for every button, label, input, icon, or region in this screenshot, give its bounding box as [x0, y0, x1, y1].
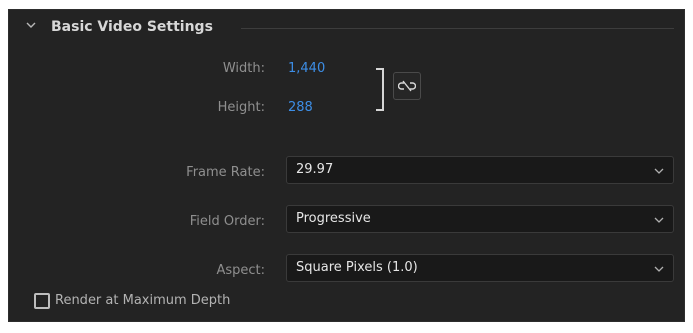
basic-video-settings-panel: Basic Video Settings Width: 1,440 Height…: [8, 9, 685, 322]
height-label: Height:: [217, 100, 265, 115]
unlink-icon: [398, 80, 416, 92]
section-header[interactable]: Basic Video Settings: [9, 10, 684, 46]
height-value[interactable]: 288: [288, 100, 313, 115]
frame-rate-value: 29.97: [296, 162, 334, 177]
frame-rate-select[interactable]: 29.97: [286, 156, 674, 184]
field-order-label: Field Order:: [189, 214, 265, 229]
width-value[interactable]: 1,440: [288, 61, 325, 76]
chevron-down-icon: [654, 217, 664, 223]
width-label: Width:: [222, 61, 265, 76]
chevron-down-icon: [654, 168, 664, 174]
field-order-value: Progressive: [296, 211, 371, 226]
constrain-proportions-button[interactable]: [393, 72, 421, 100]
chevron-down-icon[interactable]: [26, 20, 36, 30]
render-max-depth-label[interactable]: Render at Maximum Depth: [55, 293, 230, 308]
aspect-select[interactable]: Square Pixels (1.0): [286, 254, 674, 282]
section-title: Basic Video Settings: [51, 19, 213, 35]
section-divider: [241, 28, 674, 29]
aspect-value: Square Pixels (1.0): [296, 260, 418, 275]
aspect-label: Aspect:: [216, 263, 265, 278]
dimension-link-bracket: [376, 68, 384, 111]
frame-rate-label: Frame Rate:: [186, 165, 265, 180]
render-max-depth-checkbox[interactable]: [34, 293, 50, 309]
chevron-down-icon: [654, 266, 664, 272]
field-order-select[interactable]: Progressive: [286, 205, 674, 233]
